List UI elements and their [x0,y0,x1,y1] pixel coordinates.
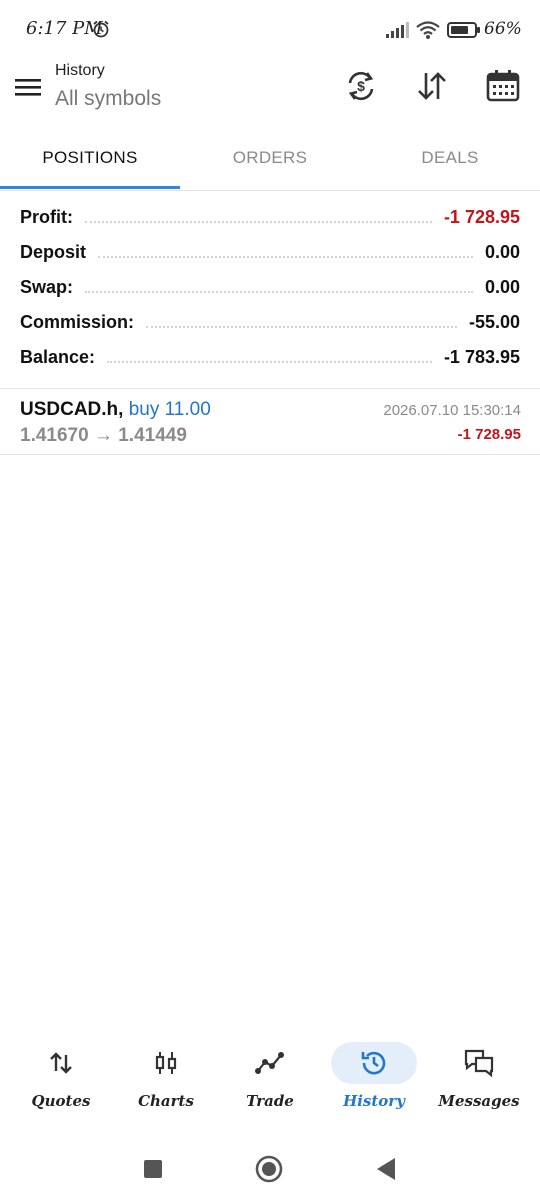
profit-value: -1 728.95 [443,207,520,227]
quotes-icon [50,1052,72,1074]
divider [0,388,540,389]
signal-icon [386,22,409,38]
history-icon [361,1051,386,1075]
summary-row-profit: Profit: -1 728.95 [0,200,540,235]
system-navigation [0,1140,540,1200]
summary-panel: Profit: -1 728.95 Deposit 0.00 Swap: 0.0… [0,200,540,375]
nav-icon-container [436,1042,522,1084]
dotted-leader [85,290,473,293]
commission-value: -55.00 [468,312,520,332]
nav-label: Quotes [31,1092,91,1110]
nav-label: Messages [438,1092,520,1110]
summary-row-deposit: Deposit 0.00 [0,235,540,270]
swap-label: Swap: [20,277,74,297]
bottom-navigation: Quotes Charts Trade History Messages [0,1036,540,1126]
summary-row-commission: Commission: -55.00 [0,305,540,340]
balance-label: Balance: [20,347,96,367]
summary-row-swap: Swap: 0.00 [0,270,540,305]
alarm-clock-icon [93,20,109,38]
deposit-label: Deposit [20,242,87,262]
messages-icon [464,1049,494,1078]
tab-orders[interactable]: ORDERS [180,128,360,188]
tab-bar: POSITIONS ORDERS DEALS [0,128,540,191]
sort-button[interactable] [412,66,452,106]
position-symbol: USDCAD.h, [20,399,124,420]
nav-icon-container [18,1042,104,1084]
home-circle-icon [255,1155,283,1183]
status-bar: 6:17 PM 66% [0,0,540,60]
nav-charts[interactable]: Charts [116,1036,216,1126]
svg-text:$: $ [357,78,365,94]
menu-icon[interactable] [14,76,42,98]
dotted-leader [107,360,432,363]
nav-history[interactable]: History [324,1036,424,1126]
nav-icon-container [123,1042,209,1084]
active-tab-indicator [0,186,180,189]
page-title: History [55,62,105,79]
position-time: 2026.07.10 15:30:14 [383,402,521,419]
dotted-leader [98,255,473,258]
toolbar: History All symbols $ [0,60,540,124]
list-item[interactable]: USDCAD.h, buy 11.00 1.41670 → 1.41449 20… [0,390,540,454]
battery-percent: 66% [484,19,522,39]
home-button[interactable] [254,1154,284,1184]
sort-icon [418,72,446,100]
dotted-leader [146,325,457,328]
nav-messages[interactable]: Messages [429,1036,529,1126]
profit-label: Profit: [20,207,73,227]
charts-icon [155,1052,177,1074]
battery-icon [447,22,480,38]
wifi-icon [416,21,440,39]
balance-value: -1 783.95 [443,347,520,367]
position-symbol-line: USDCAD.h, buy 11.00 [20,399,211,421]
nav-label: History [343,1092,405,1110]
tab-deals[interactable]: DEALS [360,128,540,188]
tab-positions[interactable]: POSITIONS [0,128,180,188]
dotted-leader [85,220,432,223]
back-triangle-icon [377,1158,395,1180]
nav-trade[interactable]: Trade [220,1036,320,1126]
nav-icon-container [331,1042,417,1084]
currency-exchange-button[interactable]: $ [341,66,381,106]
position-prices: 1.41670 → 1.41449 [20,425,187,446]
deposit-value: 0.00 [484,242,520,262]
position-profit: -1 728.95 [457,426,521,443]
position-side: buy 11.00 [128,399,211,420]
calendar-icon [486,70,520,102]
nav-icon-container [227,1042,313,1084]
calendar-button[interactable] [483,66,523,106]
square-icon [144,1160,162,1178]
summary-row-balance: Balance: -1 783.95 [0,340,540,375]
nav-quotes[interactable]: Quotes [11,1036,111,1126]
nav-label: Charts [138,1092,194,1110]
symbol-filter[interactable]: All symbols [55,87,161,111]
currency-exchange-icon: $ [348,71,374,101]
swap-value: 0.00 [484,277,520,297]
recent-apps-button[interactable] [138,1154,168,1184]
divider [0,454,540,455]
commission-label: Commission: [20,312,135,332]
nav-label: Trade [246,1092,294,1110]
back-button[interactable] [371,1154,401,1184]
trade-icon [255,1052,284,1074]
